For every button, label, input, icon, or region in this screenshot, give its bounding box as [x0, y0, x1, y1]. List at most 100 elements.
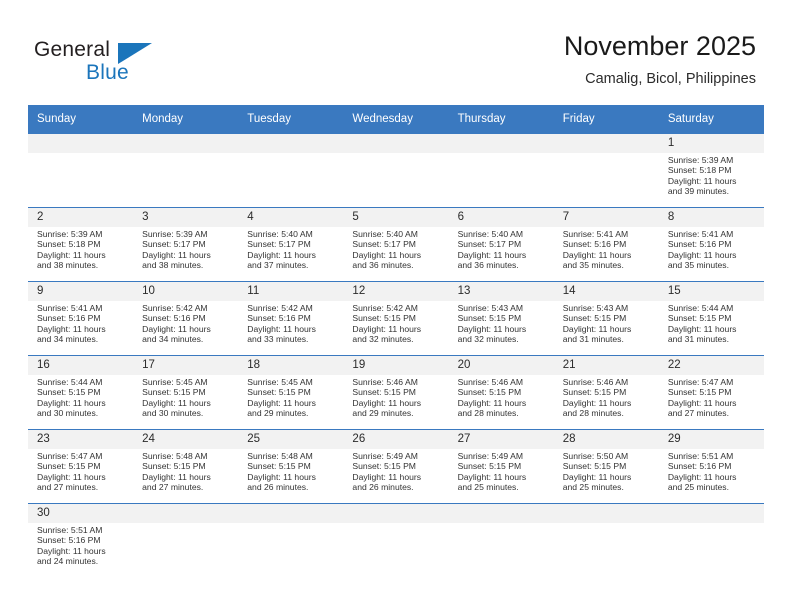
general-blue-logo: General Blue: [34, 38, 214, 90]
calendar-cell-inner: 3 Sunrise: 5:39 AM Sunset: 5:17 PM Daylight…: [133, 208, 239, 282]
daylight-text-line2: and 35 minutes.: [667, 260, 729, 271]
calendar-day-cell[interactable]: 24 Sunrise: 5:48 AM Sunset: 5:15 PM Dayligh…: [133, 429, 239, 504]
calendar-cell-inner: 25 Sunrise: 5:48 AM Sunset: 5:15 PM Dayligh…: [238, 430, 344, 504]
calendar-day-cell[interactable]: 8 Sunrise: 5:41 AM Sunset: 5:16 PM Daylight…: [658, 207, 764, 282]
calendar-day-cell[interactable]: 29 Sunrise: 5:51 AM Sunset: 5:16 PM Dayligh…: [658, 429, 764, 504]
calendar-day-cell[interactable]: 25 Sunrise: 5:48 AM Sunset: 5:15 PM Dayligh…: [238, 429, 344, 504]
calendar-day-cell[interactable]: 7 Sunrise: 5:41 AM Sunset: 5:16 PM Daylight…: [553, 207, 659, 282]
daylight-text-line1: Daylight: 11 hours: [142, 471, 211, 482]
daylight-text-line2: and 32 minutes.: [457, 334, 519, 345]
daylight-text-line2: and 32 minutes.: [352, 334, 414, 345]
sunrise-text: Sunrise: 5:40 AM: [247, 229, 313, 239]
calendar-cell-inner: 27 Sunrise: 5:49 AM Sunset: 5:15 PM Dayligh…: [448, 430, 554, 504]
calendar-day-cell[interactable]: 19 Sunrise: 5:46 AM Sunset: 5:15 PM Dayligh…: [343, 355, 449, 430]
calendar-day-cell[interactable]: 12 Sunrise: 5:42 AM Sunset: 5:15 PM Dayligh…: [343, 281, 449, 356]
day-number: [658, 504, 764, 523]
day-details: Sunrise: 5:42 AM Sunset: 5:16 PM Daylight:…: [133, 301, 238, 345]
daylight-text-line2: and 25 minutes.: [562, 482, 624, 493]
day-number: 11: [238, 282, 344, 301]
sunset-text: Sunset: 5:16 PM: [247, 313, 311, 324]
page-header: General Blue November 2025 Camalig, Bico…: [0, 0, 792, 105]
calendar-day-cell[interactable]: 4 Sunrise: 5:40 AM Sunset: 5:17 PM Daylight…: [238, 207, 344, 282]
sunrise-text: Sunrise: 5:41 AM: [562, 229, 629, 239]
calendar-day-cell[interactable]: 18 Sunrise: 5:45 AM Sunset: 5:15 PM Dayligh…: [238, 355, 344, 430]
weekday-header-friday: Friday: [553, 105, 659, 134]
calendar-week-row: 23 Sunrise: 5:47 AM Sunset: 5:15 PM Dayligh…: [28, 429, 764, 504]
calendar-cell-inner: 29 Sunrise: 5:51 AM Sunset: 5:16 PM Dayligh…: [658, 430, 764, 504]
day-number: 21: [553, 356, 659, 375]
calendar-day-cell[interactable]: 28 Sunrise: 5:50 AM Sunset: 5:15 PM Dayligh…: [553, 429, 659, 504]
sunrise-text: Sunrise: 5:41 AM: [667, 229, 734, 239]
daylight-text-line1: Daylight: 11 hours: [142, 397, 211, 408]
calendar-day-cell[interactable]: 27 Sunrise: 5:49 AM Sunset: 5:15 PM Dayligh…: [448, 429, 554, 504]
day-number: 19: [343, 356, 449, 375]
calendar-day-cell[interactable]: 21 Sunrise: 5:46 AM Sunset: 5:15 PM Dayligh…: [553, 355, 659, 430]
calendar-day-cell[interactable]: 14 Sunrise: 5:43 AM Sunset: 5:15 PM Dayligh…: [553, 281, 659, 356]
calendar-day-cell[interactable]: 1 Sunrise: 5:39 AM Sunset: 5:18 PM Daylight…: [658, 133, 764, 208]
weekday-header-thursday: Thursday: [448, 105, 554, 134]
sunset-text: Sunset: 5:15 PM: [457, 313, 522, 324]
day-details: Sunrise: 5:41 AM Sunset: 5:16 PM Daylight:…: [554, 227, 659, 271]
sunrise-text: Sunrise: 5:43 AM: [562, 303, 629, 313]
calendar-day-cell[interactable]: 17 Sunrise: 5:45 AM Sunset: 5:15 PM Dayligh…: [133, 355, 239, 430]
calendar-day-cell[interactable]: 23 Sunrise: 5:47 AM Sunset: 5:15 PM Dayligh…: [28, 429, 134, 504]
day-details: Sunrise: 5:43 AM Sunset: 5:15 PM Daylight:…: [449, 301, 554, 345]
day-details: Sunrise: 5:39 AM Sunset: 5:17 PM Daylight:…: [133, 227, 238, 271]
day-number: [238, 134, 344, 153]
day-number: [133, 504, 239, 523]
calendar-day-cell[interactable]: 3 Sunrise: 5:39 AM Sunset: 5:17 PM Daylight…: [133, 207, 239, 282]
day-number: 5: [343, 208, 449, 227]
calendar-day-cell[interactable]: 16 Sunrise: 5:44 AM Sunset: 5:15 PM Dayligh…: [28, 355, 134, 430]
day-details: Sunrise: 5:40 AM Sunset: 5:17 PM Daylight:…: [449, 227, 554, 271]
sunset-text: Sunset: 5:17 PM: [352, 239, 416, 250]
calendar-day-cell[interactable]: 9 Sunrise: 5:41 AM Sunset: 5:16 PM Daylight…: [28, 281, 134, 356]
calendar-cell-empty: [343, 133, 449, 208]
daylight-text-line2: and 36 minutes.: [457, 260, 519, 271]
day-details: Sunrise: 5:40 AM Sunset: 5:17 PM Daylight:…: [238, 227, 343, 271]
day-number: 25: [238, 430, 344, 449]
calendar-cell-inner: 14 Sunrise: 5:43 AM Sunset: 5:15 PM Dayligh…: [553, 282, 659, 356]
calendar-cell-inner: [28, 134, 134, 208]
sunrise-text: Sunrise: 5:47 AM: [37, 451, 103, 461]
day-details: Sunrise: 5:45 AM Sunset: 5:15 PM Daylight:…: [133, 375, 238, 419]
calendar-day-cell[interactable]: 15 Sunrise: 5:44 AM Sunset: 5:15 PM Dayligh…: [658, 281, 764, 356]
calendar-day-cell[interactable]: 5 Sunrise: 5:40 AM Sunset: 5:17 PM Daylight…: [343, 207, 449, 282]
daylight-text-line1: Daylight: 11 hours: [247, 397, 316, 408]
sunrise-text: Sunrise: 5:39 AM: [37, 229, 103, 239]
sunrise-text: Sunrise: 5:40 AM: [352, 229, 418, 239]
calendar-day-cell[interactable]: 6 Sunrise: 5:40 AM Sunset: 5:17 PM Daylight…: [448, 207, 554, 282]
day-number: 29: [658, 430, 764, 449]
calendar-day-cell[interactable]: 20 Sunrise: 5:46 AM Sunset: 5:15 PM Dayligh…: [448, 355, 554, 430]
day-details: Sunrise: 5:47 AM Sunset: 5:15 PM Daylight:…: [659, 375, 764, 419]
sunset-text: Sunset: 5:15 PM: [142, 387, 206, 398]
calendar-day-cell[interactable]: 13 Sunrise: 5:43 AM Sunset: 5:15 PM Dayligh…: [448, 281, 554, 356]
calendar-day-cell[interactable]: 11 Sunrise: 5:42 AM Sunset: 5:16 PM Dayligh…: [238, 281, 344, 356]
day-details: Sunrise: 5:40 AM Sunset: 5:17 PM Daylight:…: [343, 227, 448, 271]
calendar-day-cell[interactable]: 30 Sunrise: 5:51 AM Sunset: 5:16 PM Dayligh…: [28, 503, 134, 577]
calendar-cell-empty: [28, 133, 134, 208]
sunset-text: Sunset: 5:15 PM: [562, 313, 627, 324]
day-details: Sunrise: 5:48 AM Sunset: 5:15 PM Daylight:…: [133, 449, 238, 493]
calendar-day-cell[interactable]: 10 Sunrise: 5:42 AM Sunset: 5:16 PM Dayligh…: [133, 281, 239, 356]
daylight-text-line1: Daylight: 11 hours: [562, 397, 632, 408]
daylight-text-line1: Daylight: 11 hours: [457, 249, 527, 260]
sunset-text: Sunset: 5:18 PM: [37, 239, 101, 250]
calendar-day-cell[interactable]: 22 Sunrise: 5:47 AM Sunset: 5:15 PM Dayligh…: [658, 355, 764, 430]
daylight-text-line2: and 36 minutes.: [352, 260, 414, 271]
day-number: 27: [448, 430, 554, 449]
sunrise-text: Sunrise: 5:50 AM: [562, 451, 629, 461]
daylight-text-line1: Daylight: 11 hours: [457, 471, 527, 482]
day-number: 24: [133, 430, 239, 449]
daylight-text-line2: and 29 minutes.: [352, 408, 414, 419]
logo-text-blue: Blue: [86, 61, 129, 84]
calendar-day-cell[interactable]: 26 Sunrise: 5:49 AM Sunset: 5:15 PM Dayligh…: [343, 429, 449, 504]
calendar-day-cell[interactable]: 2 Sunrise: 5:39 AM Sunset: 5:18 PM Daylight…: [28, 207, 134, 282]
sunset-text: Sunset: 5:15 PM: [562, 461, 627, 472]
calendar-cell-inner: 1 Sunrise: 5:39 AM Sunset: 5:18 PM Daylight…: [658, 134, 764, 208]
sunset-text: Sunset: 5:16 PM: [37, 313, 101, 324]
sunset-text: Sunset: 5:17 PM: [457, 239, 522, 250]
day-number: [448, 504, 554, 523]
calendar-cell-inner: 17 Sunrise: 5:45 AM Sunset: 5:15 PM Dayligh…: [133, 356, 239, 430]
calendar-cell-inner: 15 Sunrise: 5:44 AM Sunset: 5:15 PM Dayligh…: [658, 282, 764, 356]
daylight-text-line2: and 25 minutes.: [667, 482, 729, 493]
